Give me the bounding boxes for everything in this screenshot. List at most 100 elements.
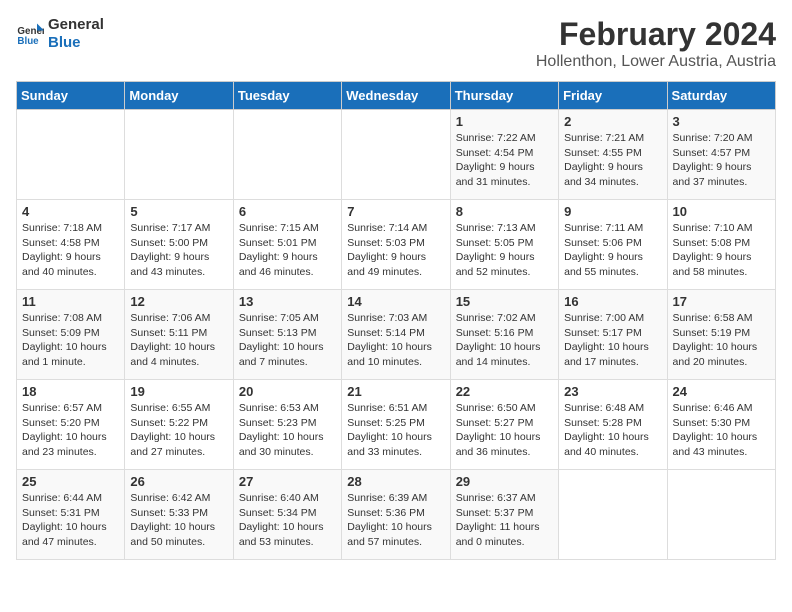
calendar-week-row: 1Sunrise: 7:22 AM Sunset: 4:54 PM Daylig… [17, 110, 776, 200]
day-info: Sunrise: 7:17 AM Sunset: 5:00 PM Dayligh… [130, 221, 227, 280]
day-info: Sunrise: 6:46 AM Sunset: 5:30 PM Dayligh… [673, 401, 770, 460]
calendar-cell: 17 Sunrise: 6:58 AM Sunset: 5:19 PM Dayli… [667, 290, 775, 380]
day-info: Sunrise: 7:00 AM Sunset: 5:17 PM Dayligh… [564, 311, 661, 370]
logo: General Blue General Blue [16, 16, 104, 52]
calendar-cell: 4Sunrise: 7:18 AM Sunset: 4:58 PM Daylig… [17, 200, 125, 290]
day-info: Sunrise: 7:15 AM Sunset: 5:01 PM Dayligh… [239, 221, 336, 280]
calendar-cell: 15 Sunrise: 7:02 AM Sunset: 5:16 PM Dayli… [450, 290, 558, 380]
calendar-cell: 28 Sunrise: 6:39 AM Sunset: 5:36 PM Dayli… [342, 470, 450, 560]
day-of-week-header: Monday [125, 82, 233, 110]
calendar-cell: 8 Sunrise: 7:13 AM Sunset: 5:05 PM Daylig… [450, 200, 558, 290]
calendar-cell: 13 Sunrise: 7:05 AM Sunset: 5:13 PM Dayli… [233, 290, 341, 380]
calendar-cell: 20 Sunrise: 6:53 AM Sunset: 5:23 PM Dayli… [233, 380, 341, 470]
day-number: 22 [456, 384, 553, 399]
day-number: 3 [673, 114, 770, 129]
calendar-cell: 21Sunrise: 6:51 AM Sunset: 5:25 PM Dayli… [342, 380, 450, 470]
day-info: Sunrise: 7:06 AM Sunset: 5:11 PM Dayligh… [130, 311, 227, 370]
calendar-week-row: 25 Sunrise: 6:44 AM Sunset: 5:31 PM Dayli… [17, 470, 776, 560]
day-info: Sunrise: 6:48 AM Sunset: 5:28 PM Dayligh… [564, 401, 661, 460]
calendar-cell: 3Sunrise: 7:20 AM Sunset: 4:57 PM Daylig… [667, 110, 775, 200]
calendar-week-row: 18 Sunrise: 6:57 AM Sunset: 5:20 PM Dayli… [17, 380, 776, 470]
day-number: 10 [673, 204, 770, 219]
calendar-cell [559, 470, 667, 560]
day-info: Sunrise: 7:10 AM Sunset: 5:08 PM Dayligh… [673, 221, 770, 280]
day-number: 26 [130, 474, 227, 489]
calendar-cell: 16 Sunrise: 7:00 AM Sunset: 5:17 PM Dayli… [559, 290, 667, 380]
day-of-week-header: Sunday [17, 82, 125, 110]
day-number: 25 [22, 474, 119, 489]
day-info: Sunrise: 7:02 AM Sunset: 5:16 PM Dayligh… [456, 311, 553, 370]
calendar-header-row: SundayMondayTuesdayWednesdayThursdayFrid… [17, 82, 776, 110]
day-of-week-header: Saturday [667, 82, 775, 110]
day-info: Sunrise: 6:58 AM Sunset: 5:19 PM Dayligh… [673, 311, 770, 370]
day-number: 12 [130, 294, 227, 309]
calendar-week-row: 4Sunrise: 7:18 AM Sunset: 4:58 PM Daylig… [17, 200, 776, 290]
calendar-cell [125, 110, 233, 200]
day-info: Sunrise: 7:11 AM Sunset: 5:06 PM Dayligh… [564, 221, 661, 280]
calendar-cell: 11 Sunrise: 7:08 AM Sunset: 5:09 PM Dayli… [17, 290, 125, 380]
calendar-cell: 7 Sunrise: 7:14 AM Sunset: 5:03 PM Daylig… [342, 200, 450, 290]
calendar-cell [667, 470, 775, 560]
day-number: 4 [22, 204, 119, 219]
calendar-body: 1Sunrise: 7:22 AM Sunset: 4:54 PM Daylig… [17, 110, 776, 560]
day-info: Sunrise: 7:05 AM Sunset: 5:13 PM Dayligh… [239, 311, 336, 370]
day-number: 14 [347, 294, 444, 309]
day-of-week-header: Wednesday [342, 82, 450, 110]
calendar-cell: 24 Sunrise: 6:46 AM Sunset: 5:30 PM Dayli… [667, 380, 775, 470]
day-info: Sunrise: 7:14 AM Sunset: 5:03 PM Dayligh… [347, 221, 444, 280]
calendar-cell: 26Sunrise: 6:42 AM Sunset: 5:33 PM Dayli… [125, 470, 233, 560]
day-number: 11 [22, 294, 119, 309]
day-number: 1 [456, 114, 553, 129]
day-number: 23 [564, 384, 661, 399]
day-of-week-header: Thursday [450, 82, 558, 110]
day-info: Sunrise: 6:37 AM Sunset: 5:37 PM Dayligh… [456, 491, 553, 550]
calendar-cell [342, 110, 450, 200]
logo-text: General Blue [48, 16, 104, 52]
day-info: Sunrise: 7:03 AM Sunset: 5:14 PM Dayligh… [347, 311, 444, 370]
calendar-cell: 2Sunrise: 7:21 AM Sunset: 4:55 PM Daylig… [559, 110, 667, 200]
day-number: 28 [347, 474, 444, 489]
day-number: 6 [239, 204, 336, 219]
calendar-cell: 10 Sunrise: 7:10 AM Sunset: 5:08 PM Dayli… [667, 200, 775, 290]
day-number: 5 [130, 204, 227, 219]
day-number: 2 [564, 114, 661, 129]
day-info: Sunrise: 6:57 AM Sunset: 5:20 PM Dayligh… [22, 401, 119, 460]
calendar-cell: 18 Sunrise: 6:57 AM Sunset: 5:20 PM Dayli… [17, 380, 125, 470]
calendar-week-row: 11 Sunrise: 7:08 AM Sunset: 5:09 PM Dayli… [17, 290, 776, 380]
calendar-cell: 1Sunrise: 7:22 AM Sunset: 4:54 PM Daylig… [450, 110, 558, 200]
month-title: February 2024 [536, 16, 776, 53]
day-of-week-header: Tuesday [233, 82, 341, 110]
day-number: 24 [673, 384, 770, 399]
day-number: 15 [456, 294, 553, 309]
calendar-cell [233, 110, 341, 200]
day-number: 9 [564, 204, 661, 219]
day-info: Sunrise: 6:53 AM Sunset: 5:23 PM Dayligh… [239, 401, 336, 460]
calendar-cell: 5 Sunrise: 7:17 AM Sunset: 5:00 PM Daylig… [125, 200, 233, 290]
title-area: February 2024 Hollenthon, Lower Austria,… [536, 16, 776, 71]
day-number: 20 [239, 384, 336, 399]
day-info: Sunrise: 7:08 AM Sunset: 5:09 PM Dayligh… [22, 311, 119, 370]
day-number: 8 [456, 204, 553, 219]
logo-icon: General Blue [16, 20, 44, 48]
day-of-week-header: Friday [559, 82, 667, 110]
calendar-cell: 14 Sunrise: 7:03 AM Sunset: 5:14 PM Dayli… [342, 290, 450, 380]
calendar-cell: 19Sunrise: 6:55 AM Sunset: 5:22 PM Dayli… [125, 380, 233, 470]
day-info: Sunrise: 6:39 AM Sunset: 5:36 PM Dayligh… [347, 491, 444, 550]
calendar-cell: 22 Sunrise: 6:50 AM Sunset: 5:27 PM Dayli… [450, 380, 558, 470]
day-number: 17 [673, 294, 770, 309]
day-number: 13 [239, 294, 336, 309]
calendar-table: SundayMondayTuesdayWednesdayThursdayFrid… [16, 81, 776, 560]
day-number: 16 [564, 294, 661, 309]
calendar-cell: 27 Sunrise: 6:40 AM Sunset: 5:34 PM Dayli… [233, 470, 341, 560]
day-info: Sunrise: 6:55 AM Sunset: 5:22 PM Dayligh… [130, 401, 227, 460]
day-number: 18 [22, 384, 119, 399]
day-info: Sunrise: 6:50 AM Sunset: 5:27 PM Dayligh… [456, 401, 553, 460]
day-number: 27 [239, 474, 336, 489]
day-info: Sunrise: 6:40 AM Sunset: 5:34 PM Dayligh… [239, 491, 336, 550]
day-number: 7 [347, 204, 444, 219]
day-info: Sunrise: 6:44 AM Sunset: 5:31 PM Dayligh… [22, 491, 119, 550]
day-info: Sunrise: 7:13 AM Sunset: 5:05 PM Dayligh… [456, 221, 553, 280]
svg-text:Blue: Blue [17, 36, 39, 47]
day-number: 21 [347, 384, 444, 399]
calendar-cell: 6 Sunrise: 7:15 AM Sunset: 5:01 PM Daylig… [233, 200, 341, 290]
